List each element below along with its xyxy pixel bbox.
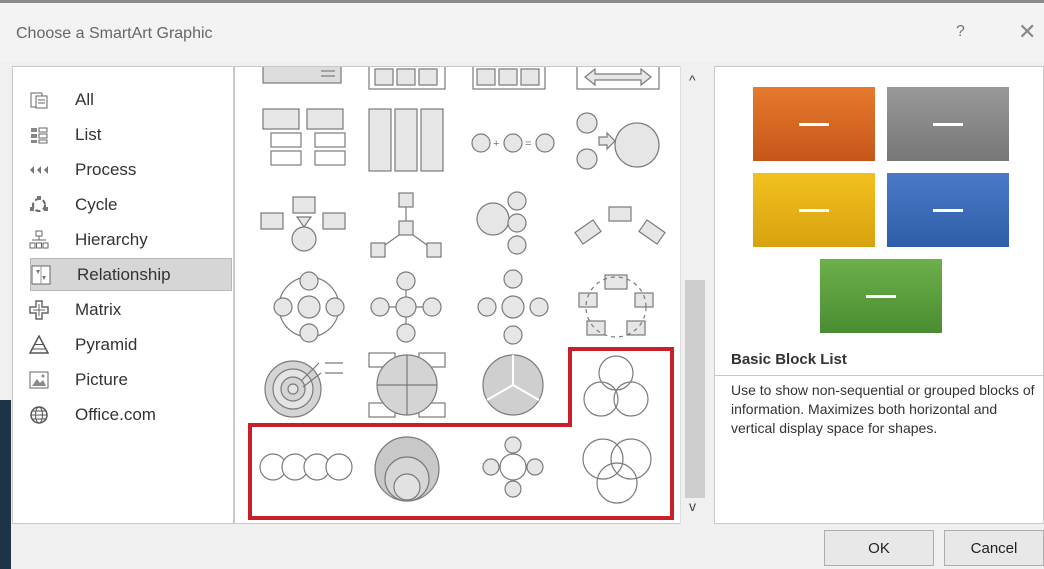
picture-icon [29,370,49,390]
preview-block-blue [887,173,1009,247]
sidebar-item-relationship[interactable]: Relationship [30,258,232,291]
layout-thumbnail[interactable]: + = [471,133,555,153]
background-window-edge [0,400,11,569]
sidebar-item-pyramid[interactable]: Pyramid [29,328,233,361]
process-icon [29,160,49,180]
dialog-title: Choose a SmartArt Graphic [16,25,213,42]
list-icon [29,125,49,145]
sidebar-item-label: Office.com [75,404,156,424]
sidebar-item-label: Pyramid [75,334,138,354]
sidebar-item-cycle[interactable]: Cycle [29,188,233,221]
title-bar: Choose a SmartArt Graphic ? ✕ [0,0,1044,62]
layout-thumbnail[interactable] [259,453,353,481]
layout-thumbnail[interactable] [574,206,666,245]
layout-thumbnail[interactable] [582,438,652,504]
layout-thumbnail[interactable] [578,274,654,338]
globe-icon [29,405,49,425]
sidebar-item-label: Matrix [75,299,122,319]
layout-thumbnail[interactable] [374,436,440,502]
layout-thumbnail[interactable] [482,436,544,498]
sidebar-item-label: List [75,124,102,144]
sidebar-item-office-com[interactable]: Office.com [29,398,233,431]
scroll-thumb[interactable] [685,280,705,498]
layout-thumbnail[interactable] [477,269,549,345]
layout-thumbnail[interactable] [262,67,342,84]
layout-thumbnail[interactable] [260,196,346,252]
layout-thumbnail[interactable] [583,355,649,417]
matrix-icon [29,299,49,320]
svg-text:+: + [493,138,499,150]
scroll-up-button[interactable]: ^ [689,72,696,88]
layout-gallery: + = [234,66,708,524]
preview-block-gray [887,87,1009,161]
layout-thumbnail[interactable] [370,271,442,343]
preview-panel: Basic Block List Use to show non-sequent… [714,66,1044,524]
ok-button[interactable]: OK [824,530,934,566]
layout-thumbnail[interactable] [264,360,343,418]
layout-thumbnail[interactable] [273,271,345,343]
layout-thumbnails: + = [259,67,666,504]
close-button[interactable]: ✕ [1018,19,1036,45]
sidebar-item-all[interactable]: All [29,83,233,116]
layout-thumbnail[interactable] [368,352,446,418]
sidebar-item-list[interactable]: List [29,118,233,151]
sidebar-item-process[interactable]: Process [29,153,233,186]
sidebar-item-label: Cycle [75,194,118,214]
layout-thumbnail[interactable] [576,67,660,90]
preview-block-green [820,259,942,333]
sidebar-item-label: All [75,89,94,109]
category-list: All List Process Cycle Hierarchy Relatio… [12,66,234,524]
layout-thumbnail[interactable] [370,192,442,258]
layout-thumbnail[interactable] [368,108,444,172]
layout-name: Basic Block List [731,351,847,368]
all-icon [29,90,49,110]
sidebar-item-label: Process [75,159,137,179]
layout-thumbnail[interactable] [476,191,527,255]
hierarchy-icon [29,230,49,250]
preview-block-yellow [753,173,875,247]
layout-thumbnail[interactable] [576,112,660,170]
preview-block-orange [753,87,875,161]
scroll-down-button[interactable]: v [689,498,696,514]
relationship-icon [31,265,51,285]
sidebar-item-hierarchy[interactable]: Hierarchy [29,223,233,256]
layout-thumbnail[interactable] [472,67,546,90]
layout-thumbnail[interactable] [262,108,346,166]
layout-description: Use to show non-sequential or grouped bl… [731,382,1035,436]
help-button[interactable]: ? [956,23,965,41]
cancel-button[interactable]: Cancel [944,530,1044,566]
gallery-scrollbar[interactable]: ^ v [680,66,708,524]
cycle-icon [29,195,49,215]
layout-thumbnail[interactable] [368,67,446,90]
sidebar-item-picture[interactable]: Picture [29,363,233,396]
layout-thumbnail[interactable] [482,354,544,416]
svg-text:=: = [525,138,531,150]
pyramid-icon [29,334,49,355]
sidebar-item-matrix[interactable]: Matrix [29,293,233,326]
divider [715,375,1043,376]
sidebar-item-label: Hierarchy [75,229,148,249]
sidebar-item-label: Picture [75,369,128,389]
sidebar-item-label: Relationship [77,264,171,284]
